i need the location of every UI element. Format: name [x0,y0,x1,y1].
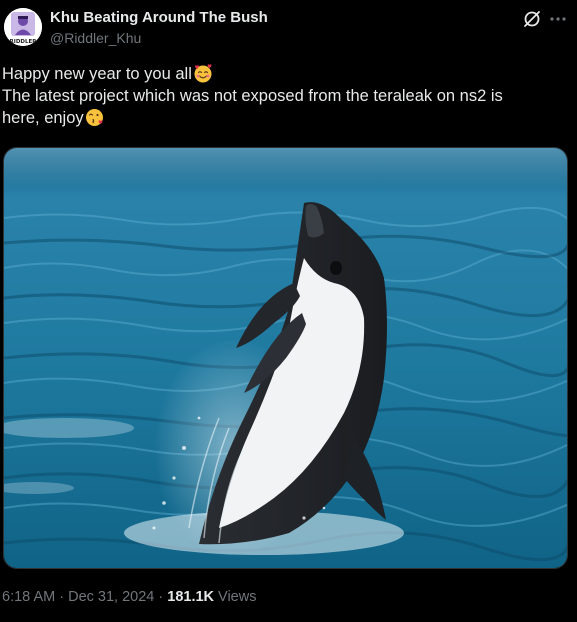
grok-icon[interactable] [522,9,542,29]
smiling-face-with-hearts-icon [193,63,213,83]
tweet: RIDDLER Khu Beating Around The Bush @Rid… [0,0,577,622]
tweet-text-line-1-text: Happy new year to you all [2,65,192,83]
meta-separator: · [154,589,168,605]
face-blowing-a-kiss-icon [85,107,105,127]
avatar-wordmark: RIDDLER [10,39,38,45]
avatar[interactable]: RIDDLER [4,8,42,46]
display-name[interactable]: Khu Beating Around The Bush [50,9,268,26]
tweet-text-line-3: here, enjoy [2,107,568,129]
tweet-text: Happy new year to you all The latest pro… [2,63,568,129]
meta-separator: · [55,589,69,605]
tweet-text-line-3-text: here, enjoy [2,109,84,127]
tweet-time[interactable]: 6:18 AM [2,589,55,605]
tweet-date[interactable]: Dec 31, 2024 [68,589,154,605]
tweet-metadata: 6:18 AM · Dec 31, 2024 · 181.1K Views [2,589,256,605]
views-count: 181.1K [167,589,215,605]
tweet-text-line-1: Happy new year to you all [2,63,568,85]
media-image[interactable] [3,147,568,569]
more-icon[interactable] [548,9,568,29]
user-handle[interactable]: @Riddler_Khu [50,30,141,46]
views-label: Views [214,589,257,605]
tweet-text-line-2: The latest project which was not exposed… [2,87,503,105]
